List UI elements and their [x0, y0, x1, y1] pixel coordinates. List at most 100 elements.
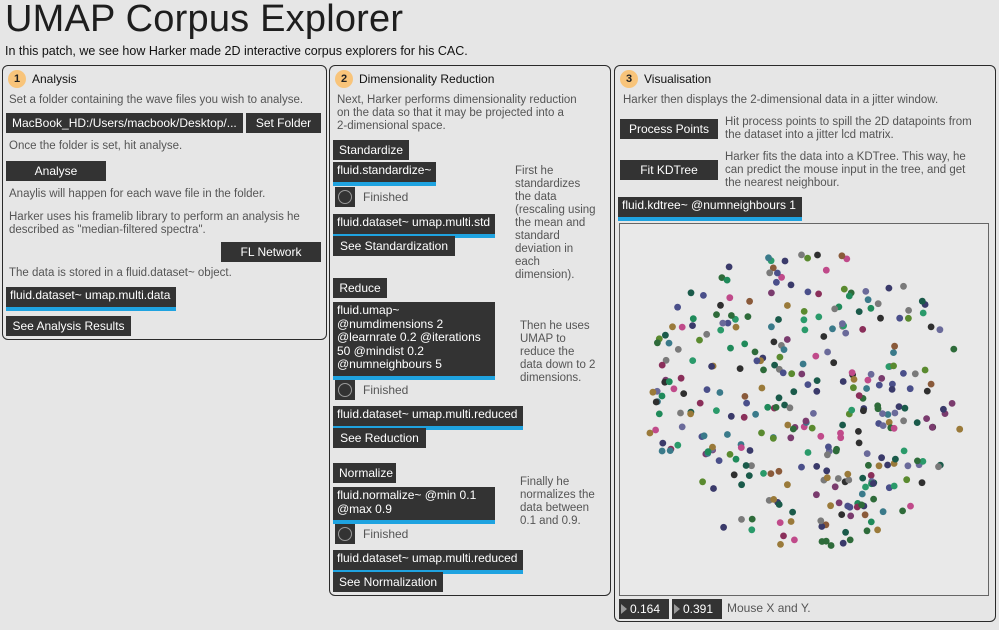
scatter-point — [956, 425, 964, 433]
scatter-point — [878, 454, 885, 462]
scatter-point — [847, 512, 855, 520]
once-note: Once the folder is set, hit analyse. — [9, 140, 183, 152]
scatter-point — [764, 403, 772, 411]
scatter-plot[interactable] — [620, 224, 988, 595]
std-dataset-object[interactable]: fluid.dataset~ umap.multi.std — [333, 214, 495, 238]
mouse-label: Mouse X and Y. — [727, 601, 811, 615]
jitter-scatter-display[interactable] — [619, 223, 989, 596]
scatter-point — [818, 523, 826, 530]
see-normalization-button[interactable]: See Normalization — [333, 572, 443, 592]
scatter-point — [935, 463, 942, 471]
reduction-intro-3: 2-dimensional space. — [337, 120, 446, 132]
umap-object[interactable]: fluid.umap~ @numdimensions 2 @learnrate … — [333, 302, 495, 380]
scatter-point — [775, 501, 783, 508]
norm-note: Finally he normalizes the data between 0… — [520, 476, 595, 528]
scatter-point — [732, 455, 740, 463]
scatter-point — [748, 515, 756, 523]
scatter-point — [855, 439, 863, 447]
normalize-object-line: @max 0.9 — [337, 501, 392, 516]
see-standardization-button[interactable]: See Standardization — [333, 236, 455, 256]
each-file-note: Anaylis will happen for each wave file i… — [9, 188, 266, 200]
scatter-point — [913, 419, 921, 426]
scatter-point — [780, 532, 787, 540]
scatter-point — [839, 421, 846, 429]
scatter-point — [848, 406, 856, 414]
scatter-point — [895, 403, 903, 410]
scatter-point — [815, 290, 822, 298]
scatter-point — [867, 518, 875, 526]
scatter-point — [921, 366, 929, 374]
standardize-finished-toggle[interactable] — [335, 187, 355, 207]
mouse-y-numbox[interactable]: 0.391 — [672, 599, 722, 619]
scatter-point — [815, 313, 823, 321]
analysis-dataset-object[interactable]: fluid.dataset~ umap.multi.data — [6, 287, 176, 311]
standardize-button[interactable]: Standardize — [333, 140, 409, 160]
kdtree-object[interactable]: fluid.kdtree~ @numneighbours 1 — [618, 197, 802, 221]
fl-network-button[interactable]: FL Network — [221, 242, 321, 262]
scatter-point — [923, 415, 930, 422]
scatter-point — [800, 316, 808, 324]
scatter-point — [918, 479, 926, 487]
scatter-point — [799, 360, 807, 368]
norm-dataset-object[interactable]: fluid.dataset~ umap.multi.reduced — [333, 550, 523, 574]
stored-note: The data is stored in a fluid.dataset~ o… — [9, 267, 232, 279]
reduction-heading: Dimensionality Reduction — [359, 72, 495, 86]
reduced-dataset-object[interactable]: fluid.dataset~ umap.multi.reduced — [333, 406, 523, 430]
scatter-point — [901, 404, 909, 412]
scatter-point — [837, 434, 845, 442]
scatter-point — [812, 352, 820, 360]
scatter-point — [677, 409, 684, 417]
scatter-point — [784, 481, 791, 489]
folder-note: Set a folder containing the wave files y… — [9, 94, 304, 106]
scatter-point — [900, 417, 907, 425]
scatter-point — [725, 263, 733, 271]
set-folder-button[interactable]: Set Folder — [246, 113, 321, 133]
scatter-point — [716, 389, 724, 396]
std-note-line: (rescaling using — [515, 204, 596, 216]
scatter-point — [927, 380, 935, 388]
scatter-point — [760, 470, 767, 477]
scatter-point — [831, 305, 839, 313]
scatter-point — [770, 496, 778, 503]
process-note-2: the dataset into a jitter lcd matrix. — [725, 129, 894, 141]
kdtree-note-1: Harker fits the data into a KDTree. This… — [725, 151, 966, 163]
scatter-point — [905, 314, 912, 322]
scatter-point — [855, 392, 863, 399]
scatter-point — [727, 412, 735, 420]
scatter-point — [800, 308, 808, 315]
folder-path-button[interactable]: MacBook_HD:/Users/macbook/Desktop/... — [6, 113, 243, 133]
page-title: UMAP Corpus Explorer — [5, 0, 404, 40]
scatter-point — [863, 450, 871, 457]
analysis-panel: 1 Analysis Set a folder containing the w… — [2, 65, 327, 340]
see-analysis-results-button[interactable]: See Analysis Results — [6, 316, 131, 336]
fit-kdtree-button[interactable]: Fit KDTree — [620, 160, 718, 180]
analyse-button[interactable]: Analyse — [6, 161, 106, 181]
analysis-heading: Analysis — [32, 72, 77, 86]
scatter-point — [899, 507, 906, 515]
visualisation-heading: Visualisation — [644, 72, 712, 86]
normalize-object[interactable]: fluid.normalize~ @min 0.1 @max 0.9 — [333, 487, 495, 524]
process-points-button[interactable]: Process Points — [620, 119, 718, 139]
scatter-point — [923, 387, 931, 395]
see-reduction-button[interactable]: See Reduction — [333, 428, 426, 448]
normalize-finished-toggle[interactable] — [335, 524, 355, 544]
scatter-point — [863, 527, 871, 535]
scatter-point — [823, 474, 831, 482]
scatter-point — [874, 300, 882, 308]
scatter-point — [745, 472, 753, 479]
normalize-button[interactable]: Normalize — [333, 463, 396, 483]
scatter-point — [820, 333, 828, 340]
standardize-object[interactable]: fluid.standardize~ — [333, 162, 436, 186]
scatter-point — [905, 307, 912, 314]
reduce-finished-toggle[interactable] — [335, 380, 355, 400]
scatter-point — [842, 329, 850, 337]
scatter-point — [758, 384, 766, 392]
norm-note-line: 0.1 and 0.9. — [520, 515, 581, 527]
scatter-point — [861, 511, 869, 519]
reduce-button[interactable]: Reduce — [333, 278, 387, 298]
scatter-point — [884, 461, 891, 469]
scatter-point — [669, 323, 676, 331]
standardize-finished-label: Finished — [363, 190, 409, 204]
scatter-point — [804, 254, 811, 262]
mouse-x-numbox[interactable]: 0.164 — [619, 599, 669, 619]
